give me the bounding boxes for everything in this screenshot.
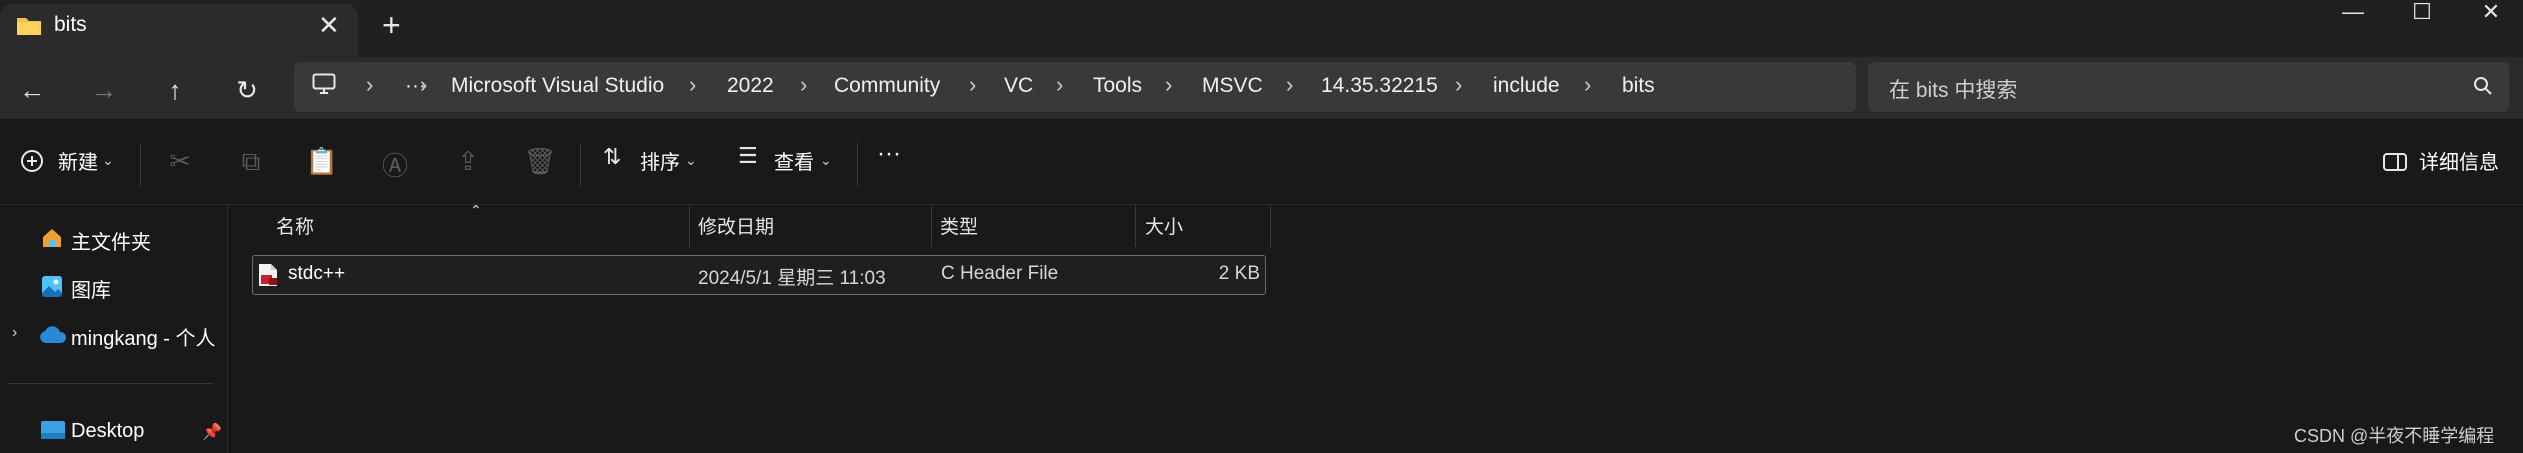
sort-icon[interactable]: ⇅: [603, 144, 621, 170]
breadcrumb-separator[interactable]: ›: [1286, 72, 1293, 98]
breadcrumb-item[interactable]: 14.35.32215: [1321, 74, 1438, 98]
details-button[interactable]: 详细信息: [2419, 146, 2499, 175]
sort-ascending-indicator-icon: ⌃: [470, 202, 482, 218]
rename-icon[interactable]: Ⓐ: [377, 146, 413, 183]
breadcrumb-item-current[interactable]: bits: [1622, 74, 1655, 98]
file-modified: 2024/5/1 星期三 11:03: [698, 268, 886, 289]
file-name[interactable]: stdc++: [288, 263, 345, 285]
more-options-icon[interactable]: ···: [877, 140, 901, 168]
sidebar-item-gallery[interactable]: 图库: [71, 274, 111, 303]
breadcrumb-item[interactable]: Community: [834, 74, 940, 98]
breadcrumb-item[interactable]: Microsoft Visual Studio: [451, 74, 664, 98]
cut-icon[interactable]: ✂: [162, 146, 198, 177]
details-pane-icon[interactable]: [2383, 153, 2407, 171]
sort-button[interactable]: 排序: [640, 146, 680, 175]
forward-arrow-icon[interactable]: →: [84, 70, 124, 110]
search-input[interactable]: 在 bits 中搜索: [1889, 74, 2017, 104]
breadcrumb-separator[interactable]: ›: [1584, 72, 1591, 98]
new-plus-icon[interactable]: [20, 149, 44, 173]
home-icon: [40, 226, 64, 250]
c-header-file-icon: [258, 263, 278, 287]
new-button[interactable]: 新建: [58, 146, 98, 175]
delete-icon[interactable]: 🗑: [522, 146, 558, 177]
close-window-icon[interactable]: ✕: [2455, 0, 2523, 28]
breadcrumb-item[interactable]: 2022: [727, 74, 774, 98]
refresh-icon[interactable]: ↻: [227, 70, 267, 110]
column-divider[interactable]: [689, 205, 690, 247]
sidebar-item-home[interactable]: 主文件夹: [71, 226, 151, 255]
pin-icon[interactable]: 📌: [202, 422, 222, 442]
view-dropdown-chevron-icon[interactable]: ⌄: [820, 152, 832, 169]
breadcrumb-item[interactable]: include: [1493, 74, 1560, 98]
copy-icon[interactable]: ⧉: [233, 146, 269, 178]
column-header-size[interactable]: 大小: [1145, 212, 1183, 239]
title-bar: [0, 0, 2523, 57]
new-tab-icon[interactable]: +: [382, 7, 401, 44]
tab-close-icon[interactable]: ✕: [318, 10, 340, 41]
paste-icon[interactable]: 📋: [304, 146, 340, 177]
folder-icon: [16, 15, 42, 37]
share-icon[interactable]: ⇪: [450, 146, 486, 177]
column-header-type[interactable]: 类型: [940, 212, 978, 239]
file-type: C Header File: [941, 263, 1059, 284]
breadcrumb-separator[interactable]: ›: [800, 72, 807, 98]
breadcrumb-item[interactable]: VC: [1004, 74, 1033, 98]
watermark-text: CSDN @半夜不睡学编程: [2294, 426, 2495, 446]
column-header-name[interactable]: 名称: [276, 212, 314, 239]
search-icon[interactable]: [2473, 76, 2493, 96]
maximize-icon[interactable]: ☐: [2386, 0, 2458, 28]
column-divider[interactable]: [931, 205, 932, 247]
expand-chevron-icon[interactable]: ›: [12, 324, 17, 342]
column-divider[interactable]: [1135, 205, 1136, 247]
desktop-icon: [40, 420, 66, 440]
back-arrow-icon[interactable]: ←: [12, 70, 52, 110]
minimize-icon[interactable]: —: [2317, 0, 2389, 28]
view-button[interactable]: 查看: [774, 146, 814, 175]
toolbar-divider: [580, 143, 581, 187]
breadcrumb-item[interactable]: MSVC: [1202, 74, 1263, 98]
breadcrumb-item[interactable]: Tools: [1093, 74, 1142, 98]
breadcrumb-separator[interactable]: ›: [366, 72, 373, 98]
sidebar-item-desktop[interactable]: Desktop: [71, 420, 144, 443]
column-header-modified[interactable]: 修改日期: [698, 212, 774, 239]
onedrive-cloud-icon: [39, 326, 67, 344]
sort-dropdown-chevron-icon[interactable]: ⌄: [685, 152, 697, 169]
breadcrumb-separator[interactable]: ›: [1455, 72, 1462, 98]
breadcrumb-separator[interactable]: ›: [969, 72, 976, 98]
up-arrow-icon[interactable]: ↑: [155, 70, 195, 110]
toolbar-divider: [140, 143, 141, 187]
toolbar-divider: [857, 143, 858, 187]
sidebar-divider: [8, 383, 213, 384]
gallery-icon: [40, 274, 64, 298]
sidebar-item-onedrive[interactable]: mingkang - 个人: [71, 322, 216, 351]
new-dropdown-chevron-icon[interactable]: ⌄: [102, 152, 114, 169]
column-divider[interactable]: [1270, 205, 1271, 247]
tab-title: bits: [54, 13, 87, 36]
view-icon[interactable]: ☰: [738, 143, 758, 169]
breadcrumb-separator[interactable]: ›: [1165, 72, 1172, 98]
breadcrumb-separator[interactable]: ›: [1056, 72, 1063, 98]
breadcrumb-separator[interactable]: ›: [420, 72, 427, 98]
computer-icon[interactable]: [312, 73, 336, 95]
breadcrumb-separator[interactable]: ›: [689, 72, 696, 98]
file-size: 2 KB: [1218, 263, 1260, 284]
